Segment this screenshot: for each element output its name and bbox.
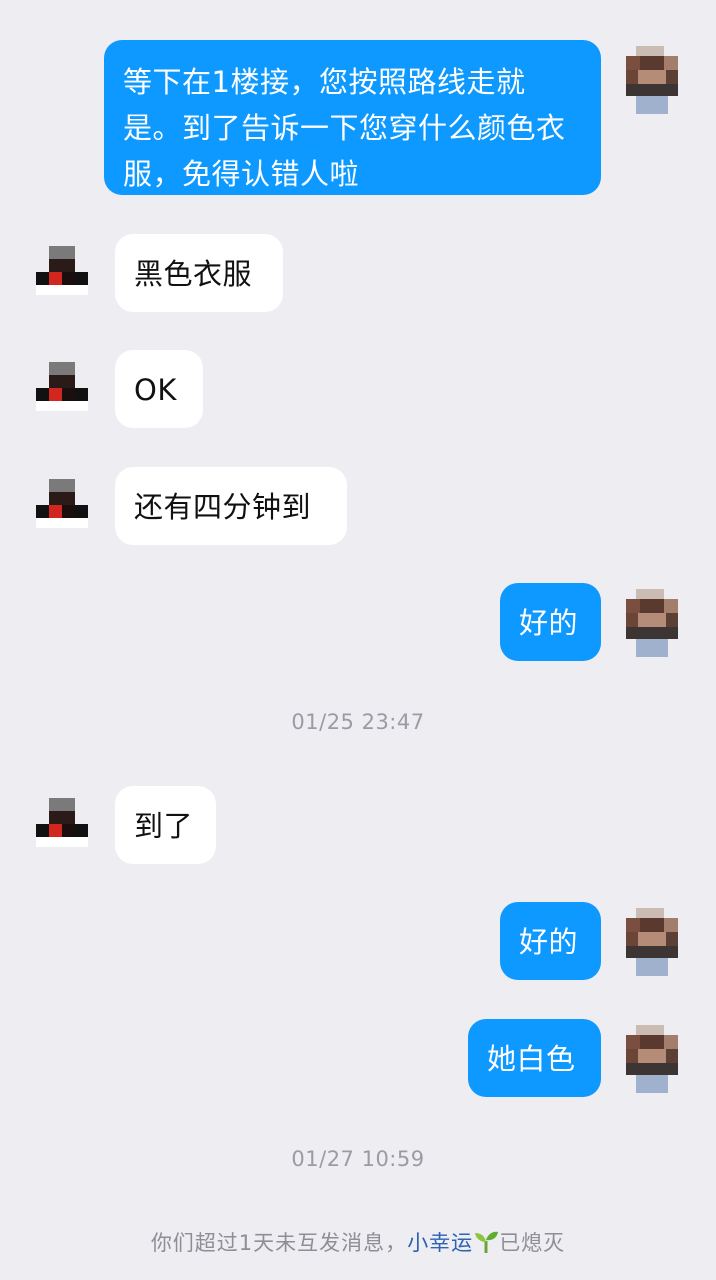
my-avatar[interactable]: [626, 908, 678, 976]
contact-avatar-icon: [36, 358, 88, 426]
system-notice: 你们超过1天未互发消息，小幸运 已熄灭: [0, 1227, 716, 1257]
contact-avatar-icon: [36, 242, 88, 310]
notice-suffix: 已熄灭: [499, 1231, 566, 1255]
contact-avatar[interactable]: [36, 475, 88, 543]
message-bubble-incoming[interactable]: 到了: [115, 786, 216, 864]
my-avatar-icon: [626, 1025, 678, 1093]
notice-prefix: 你们超过1天未互发消息，: [150, 1231, 408, 1255]
sprout-icon: [473, 1230, 499, 1254]
contact-avatar[interactable]: [36, 242, 88, 310]
my-avatar-icon: [626, 589, 678, 657]
chat-message-list[interactable]: 等下在1楼接，您按照路线走就是。到了告诉一下您穿什么颜色衣服，免得认错人啦 黑色…: [0, 0, 716, 1280]
message-bubble-incoming[interactable]: OK: [115, 350, 203, 428]
message-bubble-incoming[interactable]: 还有四分钟到: [115, 467, 347, 545]
message-bubble-outgoing[interactable]: 等下在1楼接，您按照路线走就是。到了告诉一下您穿什么颜色衣服，免得认错人啦: [104, 40, 601, 195]
message-timestamp: 01/27 10:59: [291, 1147, 425, 1171]
message-bubble-outgoing[interactable]: 好的: [500, 583, 601, 661]
message-timestamp: 01/25 23:47: [291, 710, 425, 734]
contact-avatar[interactable]: [36, 358, 88, 426]
my-avatar[interactable]: [626, 46, 678, 114]
message-bubble-outgoing[interactable]: 好的: [500, 902, 601, 980]
message-bubble-incoming[interactable]: 黑色衣服: [115, 234, 283, 312]
lucky-streak-link[interactable]: 小幸运: [407, 1231, 473, 1255]
contact-avatar-icon: [36, 794, 88, 862]
my-avatar[interactable]: [626, 1025, 678, 1093]
my-avatar[interactable]: [626, 589, 678, 657]
message-bubble-outgoing[interactable]: 她白色: [468, 1019, 601, 1097]
contact-avatar-icon: [36, 475, 88, 543]
my-avatar-icon: [626, 46, 678, 114]
contact-avatar[interactable]: [36, 794, 88, 862]
my-avatar-icon: [626, 908, 678, 976]
